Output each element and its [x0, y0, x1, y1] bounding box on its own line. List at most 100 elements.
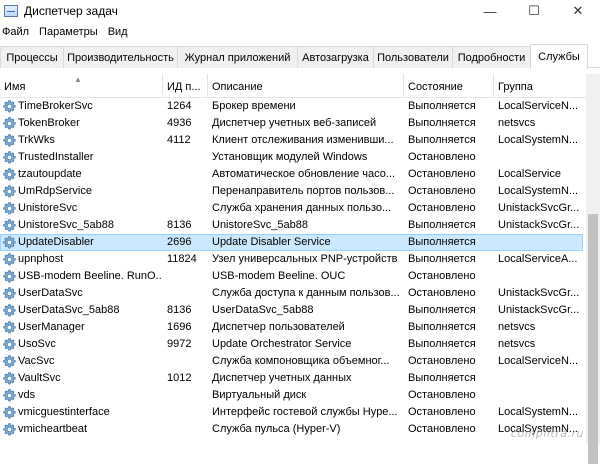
cell-name: TrkWks: [18, 134, 55, 146]
cell-pid: 8136: [167, 304, 192, 316]
cell-description: Служба компоновщика объемног...: [212, 355, 390, 367]
cell-name: VacSvc: [18, 355, 55, 367]
minimize-button[interactable]: —: [468, 0, 512, 22]
table-row[interactable]: UpdateDisabler 2696 Update Disabler Servic…: [0, 234, 586, 251]
column-header-pid[interactable]: ИД п...: [163, 74, 208, 97]
cell-group: LocalSystemN...: [498, 134, 579, 146]
cell-status: Выполняется: [408, 236, 476, 248]
cell-status: Выполняется: [408, 253, 476, 265]
tab-performance[interactable]: Производительность: [63, 46, 178, 68]
tab-services[interactable]: Службы: [530, 44, 588, 69]
cell-group: UnistackSvcGr...: [498, 219, 580, 231]
cell-description: Диспетчер пользователей: [212, 321, 345, 333]
tab-users[interactable]: Пользователи: [373, 46, 453, 68]
service-gear-icon: [2, 150, 17, 165]
column-header-group[interactable]: Группа: [494, 74, 586, 97]
tab-details[interactable]: Подробности: [452, 46, 531, 68]
cell-group: LocalSystemN...: [498, 185, 579, 197]
table-row[interactable]: UserDataSvc Служба доступа к данным польз…: [0, 285, 586, 302]
cell-pid: 1012: [167, 372, 192, 384]
table-row[interactable]: vds Виртуальный диск Остановлено: [0, 387, 586, 404]
services-table-header: Имя ИД п... Описание Состояние Группа: [0, 74, 586, 98]
table-row[interactable]: UmRdpService Перенаправитель портов польз…: [0, 183, 586, 200]
cell-status: Остановлено: [408, 406, 476, 418]
service-gear-icon: [2, 167, 17, 182]
cell-group: netsvcs: [498, 321, 536, 333]
service-gear-icon: [2, 303, 17, 318]
cell-name: UserManager: [18, 321, 85, 333]
cell-description: Update Disabler Service: [212, 236, 331, 248]
table-row[interactable]: vmicheartbeat Служба пульса (Hyper-V) Оста…: [0, 421, 586, 438]
menu-options[interactable]: Параметры: [34, 26, 103, 38]
cell-pid: [167, 285, 207, 302]
table-row[interactable]: vmicguestinterface Интерфейс гостевой слу…: [0, 404, 586, 421]
table-row[interactable]: UserManager 1696 Диспетчер пользователей Вы…: [0, 319, 586, 336]
cell-status: Остановлено: [408, 389, 476, 401]
cell-group: [498, 268, 584, 285]
cell-group: UnistackSvcGr...: [498, 287, 580, 299]
vertical-scrollbar[interactable]: [586, 74, 600, 464]
cell-pid: [167, 387, 207, 404]
table-row[interactable]: UserDataSvc_5ab88 8136 UserDataSvc_5ab88 Вы…: [0, 302, 586, 319]
table-row[interactable]: UnistoreSvc_5ab88 8136 UnistoreSvc_5ab88 Вы…: [0, 217, 586, 234]
cell-group: netsvcs: [498, 117, 536, 129]
service-gear-icon: [2, 320, 17, 335]
cell-pid: [167, 268, 207, 285]
table-row[interactable]: UnistoreSvc Служба хранения данных пользо…: [0, 200, 586, 217]
close-button[interactable]: ✕: [556, 0, 600, 22]
window-title: Диспетчер задач: [24, 4, 118, 18]
cell-name: UmRdpService: [18, 185, 92, 197]
cell-name: TimeBrokerSvc: [18, 100, 93, 112]
cell-pid: 2696: [167, 236, 192, 248]
cell-description: Служба доступа к данным пользов...: [212, 287, 400, 299]
cell-group: netsvcs: [498, 338, 536, 350]
table-row[interactable]: TrkWks 4112 Клиент отслеживания изменивши.…: [0, 132, 586, 149]
tab-app-history[interactable]: Журнал приложений: [177, 46, 298, 68]
cell-status: Выполняется: [408, 117, 476, 129]
cell-description: UnistoreSvc_5ab88: [212, 219, 309, 231]
table-row[interactable]: upnphost 11824 Узел универсальных PNP-устр…: [0, 251, 586, 268]
cell-name: VaultSvc: [18, 372, 61, 384]
service-gear-icon: [2, 133, 17, 148]
title-bar: Диспетчер задач — ☐ ✕: [0, 0, 600, 22]
table-row[interactable]: VacSvc Служба компоновщика объемног... Ост…: [0, 353, 586, 370]
cell-name: tzautoupdate: [18, 168, 82, 180]
table-row[interactable]: TrustedInstaller Установщик модулей Windo…: [0, 149, 586, 166]
cell-pid: [167, 183, 207, 200]
tab-processes[interactable]: Процессы: [0, 46, 64, 68]
service-gear-icon: [2, 269, 17, 284]
service-gear-icon: [2, 252, 17, 267]
cell-pid: 9972: [167, 338, 192, 350]
cell-name: TokenBroker: [18, 117, 80, 129]
sort-ascending-icon: ▲: [74, 75, 82, 84]
cell-pid: 4112: [167, 134, 191, 146]
cell-pid: [167, 404, 207, 421]
table-row[interactable]: VaultSvc 1012 Диспетчер учетных данных Выпо…: [0, 370, 586, 387]
cell-pid: 4936: [167, 117, 192, 129]
cell-name: UserDataSvc_5ab88: [18, 304, 120, 316]
cell-description: Узел универсальных PNP-устройств: [212, 253, 398, 265]
cell-name: TrustedInstaller: [18, 151, 94, 163]
table-row[interactable]: UsoSvc 9972 Update Orchestrator Service Вып…: [0, 336, 586, 353]
table-row[interactable]: tzautoupdate Автоматическое обновление ча…: [0, 166, 586, 183]
cell-pid: [167, 200, 207, 217]
maximize-button[interactable]: ☐: [512, 0, 556, 22]
table-row[interactable]: TokenBroker 4936 Диспетчер учетных веб-зап…: [0, 115, 586, 132]
column-header-description[interactable]: Описание: [208, 74, 404, 97]
menu-file[interactable]: Файл: [0, 26, 34, 38]
service-gear-icon: [2, 388, 17, 403]
cell-pid: 11824: [167, 253, 197, 265]
menu-view[interactable]: Вид: [103, 26, 133, 38]
cell-group: LocalServiceN...: [498, 355, 579, 367]
tab-startup[interactable]: Автозагрузка: [297, 46, 374, 68]
cell-group: LocalServiceN...: [498, 100, 579, 112]
service-gear-icon: [2, 371, 17, 386]
scrollbar-thumb[interactable]: [588, 214, 598, 464]
task-manager-icon: [4, 5, 18, 17]
column-header-status[interactable]: Состояние: [404, 74, 494, 97]
cell-pid: 8136: [167, 219, 192, 231]
cell-description: Брокер времени: [212, 100, 296, 112]
table-row[interactable]: USB-modem Beeline. RunO... USB-modem Beel…: [0, 268, 586, 285]
table-row[interactable]: TimeBrokerSvc 1264 Брокер времени Выполняет…: [0, 98, 586, 115]
cell-name: UnistoreSvc: [18, 202, 78, 214]
